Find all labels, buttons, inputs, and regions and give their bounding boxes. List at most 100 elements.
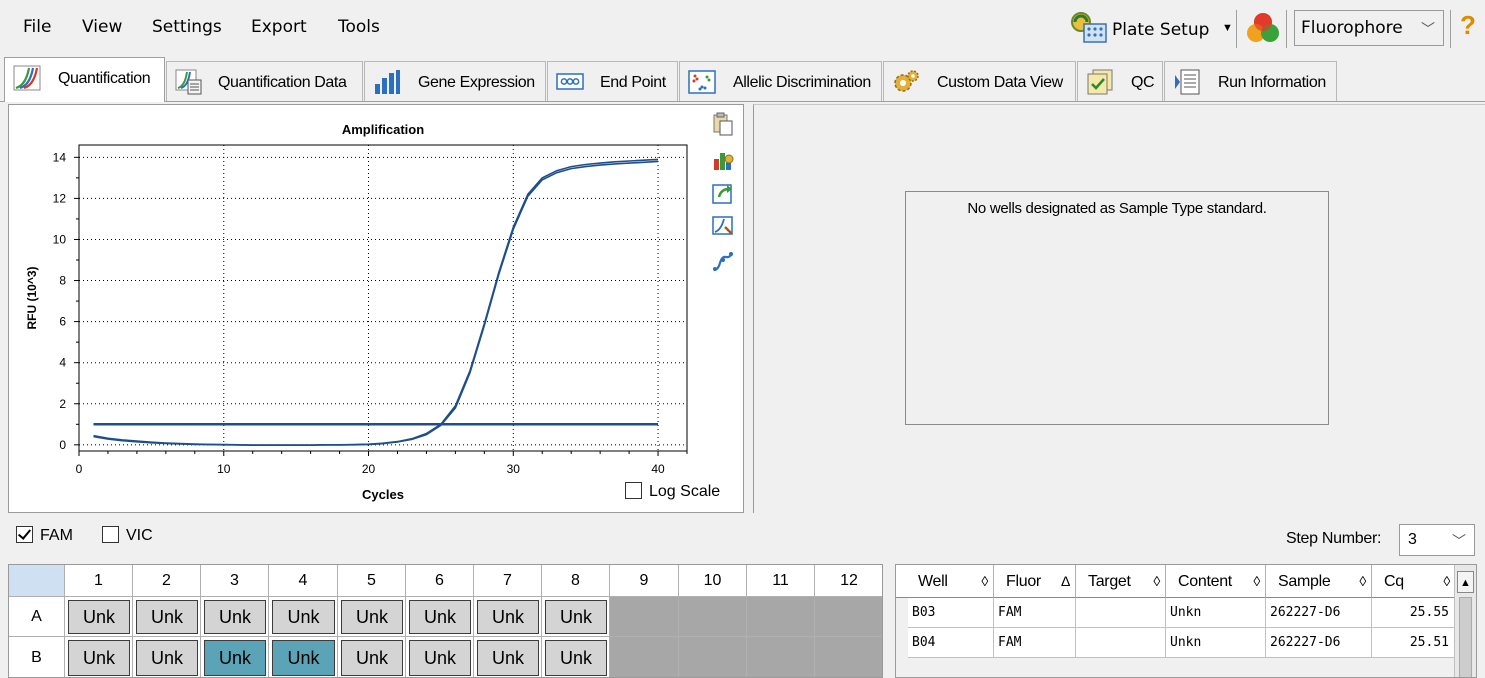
table-cell[interactable]: 262227-D6 xyxy=(1266,628,1372,658)
tab-quantification[interactable]: Quantification xyxy=(4,57,165,102)
plate-well[interactable]: Unk xyxy=(272,600,335,634)
column-header-target[interactable]: Target ◊ xyxy=(1076,565,1166,598)
sort-icon[interactable]: ◊ xyxy=(1443,565,1450,598)
table-cell[interactable]: Unkn xyxy=(1166,598,1266,628)
scroll-up-arrow-icon[interactable]: ▲ xyxy=(1457,571,1474,593)
column-header-cq[interactable]: Cq ◊ xyxy=(1372,565,1456,598)
tab-qc[interactable]: QC xyxy=(1077,61,1163,101)
plate-well-empty[interactable] xyxy=(610,637,679,677)
plate-column-header[interactable]: 5 xyxy=(338,565,406,597)
plate-well-empty[interactable] xyxy=(815,597,882,637)
tab-custom-data-view[interactable]: Custom Data View xyxy=(883,61,1076,101)
vertical-scrollbar[interactable]: ▲ xyxy=(1454,565,1476,677)
zoom-chart-icon[interactable] xyxy=(711,214,735,238)
plate-well[interactable]: Unk xyxy=(545,640,607,676)
checkbox-unchecked[interactable] xyxy=(102,526,119,543)
tab-run-information[interactable]: Run Information xyxy=(1164,61,1337,101)
plate-column-header[interactable]: 6 xyxy=(406,565,474,597)
plate-well[interactable]: Unk xyxy=(477,600,539,634)
plate-well[interactable]: Unk xyxy=(341,600,403,634)
plate-column-header[interactable]: 9 xyxy=(610,565,679,597)
plate-setup-button[interactable]: Plate Setup ▼ xyxy=(1068,8,1238,50)
plate-column-header[interactable]: 11 xyxy=(747,565,815,597)
plate-column-header[interactable]: 3 xyxy=(201,565,269,597)
tab-quantification-data[interactable]: Quantification Data xyxy=(166,61,363,101)
plate-well[interactable]: Unk xyxy=(136,640,198,676)
curve-icon[interactable] xyxy=(711,250,735,274)
fluorophore-select[interactable]: Fluorophore ﹀ xyxy=(1294,10,1444,46)
tab-end-point[interactable]: End Point xyxy=(547,61,678,101)
column-header-well[interactable]: Well ◊ xyxy=(896,565,994,598)
table-cell[interactable] xyxy=(1076,598,1166,628)
tab-gene-expression[interactable]: Gene Expression xyxy=(364,61,546,101)
plate-well[interactable]: Unk xyxy=(341,640,403,676)
table-cell[interactable]: 25.55 xyxy=(1372,598,1456,628)
table-cell[interactable] xyxy=(1076,628,1166,658)
dots-icon xyxy=(556,73,584,90)
help-icon[interactable]: ? xyxy=(1460,10,1476,41)
filter-fam-checkbox[interactable]: FAM xyxy=(16,526,73,545)
copy-icon[interactable] xyxy=(711,112,735,136)
plate-well[interactable]: Unk xyxy=(204,600,266,634)
amplification-chart[interactable]: 0 10 20 30 40 0 2 4 6 8 10 12 14 Amplification Cycles R… xyxy=(9,105,743,512)
plate-row-header[interactable]: B xyxy=(9,637,65,677)
menu-view[interactable]: View xyxy=(82,17,122,37)
table-cell[interactable]: B03 xyxy=(908,598,994,628)
sort-icon[interactable]: ◊ xyxy=(1153,565,1160,598)
sort-icon[interactable]: ◊ xyxy=(981,565,988,598)
table-cell[interactable]: Unkn xyxy=(1166,628,1266,658)
table-cell[interactable]: 262227-D6 xyxy=(1266,598,1372,628)
step-number-select[interactable]: 3 ﹀ xyxy=(1399,524,1475,556)
dropdown-caret-icon[interactable]: ▼ xyxy=(1222,22,1233,34)
scrollbar-thumb[interactable] xyxy=(1459,597,1472,677)
plate-well-empty[interactable] xyxy=(747,597,815,637)
column-header-content[interactable]: Content ◊ xyxy=(1166,565,1266,598)
menu-file[interactable]: File xyxy=(23,17,51,37)
plate-well[interactable]: Unk xyxy=(545,600,607,634)
tab-allelic-discrimination[interactable]: Allelic Discrimination xyxy=(679,61,882,101)
toolbar-divider xyxy=(1286,10,1287,48)
plate-well[interactable]: Unk xyxy=(477,640,539,676)
menu-export[interactable]: Export xyxy=(251,17,307,37)
sort-icon[interactable]: ◊ xyxy=(1253,565,1260,598)
plate-column-header[interactable]: 1 xyxy=(65,565,133,597)
table-cell[interactable]: FAM xyxy=(994,628,1076,658)
filter-vic-checkbox[interactable]: VIC xyxy=(102,526,153,545)
plate-row-header[interactable]: A xyxy=(9,597,65,637)
plate-well[interactable]: Unk xyxy=(204,640,266,676)
table-cell[interactable]: B04 xyxy=(908,628,994,658)
plate-well-empty[interactable] xyxy=(815,637,882,677)
sort-icon[interactable]: Δ xyxy=(1061,565,1070,598)
plate-column-header[interactable]: 12 xyxy=(815,565,882,597)
plate-well-empty[interactable] xyxy=(679,637,747,677)
plate-column-header[interactable]: 8 xyxy=(542,565,610,597)
column-header-sample[interactable]: Sample ◊ xyxy=(1266,565,1372,598)
plate-column-header[interactable]: 7 xyxy=(474,565,542,597)
menu-tools[interactable]: Tools xyxy=(338,17,380,37)
plate-well[interactable]: Unk xyxy=(409,640,471,676)
plate-column-header[interactable]: 10 xyxy=(679,565,747,597)
log-scale-checkbox-box[interactable] xyxy=(625,482,642,499)
chart-title: Amplification xyxy=(342,122,424,137)
column-header-fluor[interactable]: Fluor Δ xyxy=(994,565,1076,598)
checkbox-checked[interactable] xyxy=(16,526,33,543)
plate-well[interactable]: Unk xyxy=(68,640,130,676)
log-scale-checkbox[interactable]: Log Scale xyxy=(625,482,720,501)
fluorophore-colors-icon[interactable] xyxy=(1245,11,1281,47)
plate-corner[interactable] xyxy=(9,565,65,597)
plate-column-header[interactable]: 4 xyxy=(269,565,338,597)
plate-well-empty[interactable] xyxy=(747,637,815,677)
plate-column-header[interactable]: 2 xyxy=(133,565,201,597)
plate-well[interactable]: Unk xyxy=(68,600,130,634)
menu-settings[interactable]: Settings xyxy=(152,17,222,37)
table-cell[interactable]: FAM xyxy=(994,598,1076,628)
sort-icon[interactable]: ◊ xyxy=(1359,565,1366,598)
plate-well-empty[interactable] xyxy=(679,597,747,637)
table-cell[interactable]: 25.51 xyxy=(1372,628,1456,658)
plate-well[interactable]: Unk xyxy=(136,600,198,634)
chart-settings-icon[interactable] xyxy=(711,147,735,171)
export-chart-icon[interactable] xyxy=(711,181,735,205)
plate-well-empty[interactable] xyxy=(610,597,679,637)
plate-well[interactable]: Unk xyxy=(272,640,335,676)
plate-well[interactable]: Unk xyxy=(409,600,471,634)
